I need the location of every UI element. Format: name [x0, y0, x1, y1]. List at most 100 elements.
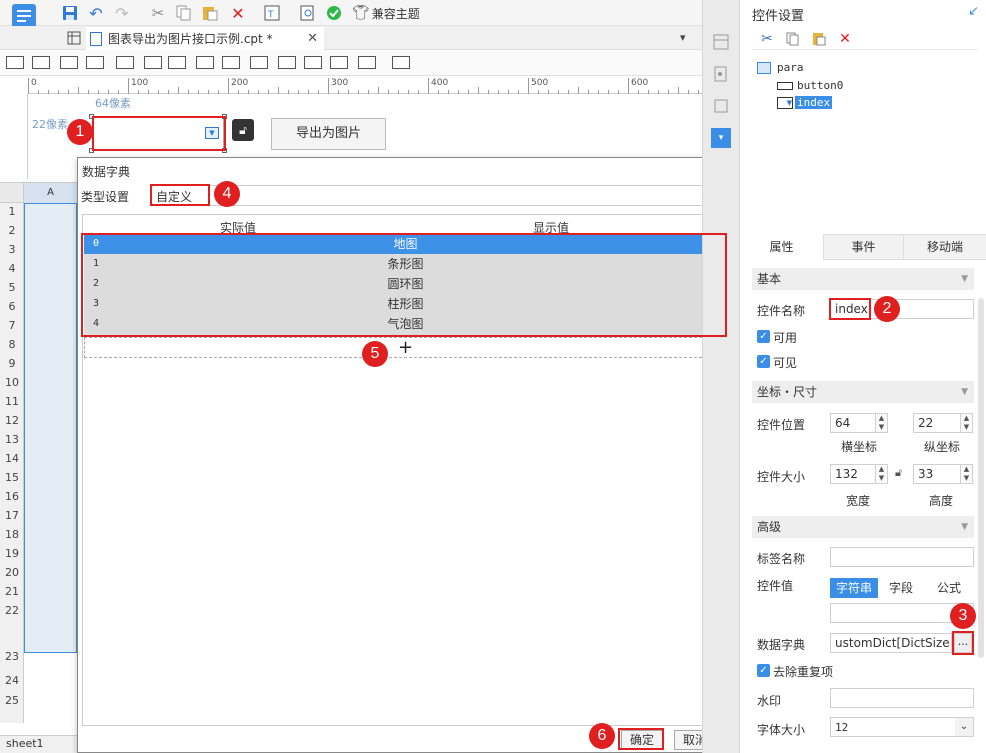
row-number[interactable]: 22	[0, 604, 24, 617]
row-number[interactable]: 2	[0, 224, 24, 237]
width-stepper[interactable]: ▲ ▼	[876, 464, 888, 484]
row-number[interactable]: 21	[0, 585, 24, 598]
row-number[interactable]: 23	[0, 650, 24, 663]
frame-icon[interactable]	[711, 96, 731, 116]
height-stepper[interactable]: ▲ ▼	[961, 464, 973, 484]
combo-widget-icon[interactable]: ▾	[711, 128, 731, 148]
row-number[interactable]: 17	[0, 509, 24, 522]
watermark-input[interactable]	[830, 688, 974, 708]
tree-item-button0[interactable]: button0	[777, 79, 843, 92]
row-number[interactable]: 15	[0, 471, 24, 484]
pos-y-stepper[interactable]: ▲ ▼	[961, 413, 973, 433]
tab-events[interactable]: 事件	[824, 234, 904, 260]
cut-icon[interactable]: ✂	[148, 3, 168, 23]
font-size-select[interactable]: 12 ⌄	[830, 717, 974, 737]
row-number[interactable]: 5	[0, 281, 24, 294]
export-image-button[interactable]: 导出为图片	[271, 118, 386, 150]
ratio-lock-icon[interactable]: 🔓︎	[895, 466, 902, 480]
paste-icon[interactable]	[200, 3, 220, 23]
width-input[interactable]: 132	[830, 464, 876, 484]
height-input[interactable]: 33	[913, 464, 961, 484]
tag-input[interactable]	[830, 547, 974, 567]
tree-item-index[interactable]: ▼ index	[777, 96, 833, 109]
add-row-button[interactable]: +	[84, 337, 727, 358]
password-widget-icon[interactable]	[304, 56, 322, 69]
number-widget-icon[interactable]	[168, 56, 186, 69]
theme-button[interactable]: 👕︎ 兼容主题	[352, 3, 420, 23]
row-number[interactable]: 1	[0, 205, 24, 218]
radio-widget-icon[interactable]	[222, 56, 240, 69]
save-icon[interactable]	[60, 3, 80, 23]
text-frame-icon[interactable]: T	[262, 3, 282, 23]
section-basic[interactable]: 基本 ▼	[752, 268, 974, 290]
preview-search-icon[interactable]	[298, 3, 318, 23]
redo-icon[interactable]: ↷	[112, 3, 132, 23]
cut-icon[interactable]: ✂	[758, 30, 776, 48]
row-number[interactable]: 8	[0, 338, 24, 351]
row-number[interactable]: 10	[0, 376, 24, 389]
layout-icon[interactable]	[711, 32, 731, 52]
copy-icon[interactable]	[174, 3, 194, 23]
value-type-string[interactable]: 字符串	[830, 578, 878, 598]
value-type-field[interactable]: 字段	[878, 578, 924, 598]
more-widgets-icon[interactable]	[392, 56, 410, 69]
text-label-icon[interactable]	[32, 56, 50, 69]
delete-icon[interactable]: ✕	[228, 3, 248, 23]
undo-icon[interactable]: ↶	[86, 3, 106, 23]
enabled-checkbox[interactable]: ✓	[757, 330, 770, 343]
paste-icon[interactable]	[810, 30, 828, 48]
tab-properties[interactable]: 属性	[740, 234, 824, 260]
date-widget-icon[interactable]	[116, 56, 134, 69]
delete-icon[interactable]: ✕	[836, 30, 854, 48]
copy-icon[interactable]	[784, 30, 802, 48]
row-number[interactable]: 12	[0, 414, 24, 427]
pos-x-input[interactable]: 64	[830, 413, 876, 433]
row-number[interactable]: 13	[0, 433, 24, 446]
textarea-widget-icon[interactable]	[196, 56, 214, 69]
row-number[interactable]: 7	[0, 319, 24, 332]
row-number[interactable]: 3	[0, 243, 24, 256]
value-type-formula[interactable]: 公式	[924, 578, 974, 598]
row-number[interactable]: 19	[0, 547, 24, 560]
dict-field[interactable]: ustomDict[DictSize:5]	[830, 633, 952, 653]
check-circle-icon[interactable]	[324, 3, 344, 23]
row-number[interactable]: 25	[0, 694, 24, 707]
sheet-tab[interactable]: sheet1	[6, 737, 44, 750]
tab-mobile[interactable]: 移动端	[904, 234, 986, 260]
row-number[interactable]: 4	[0, 262, 24, 275]
dedupe-checkbox[interactable]: ✓	[757, 664, 770, 677]
checkbox-widget-icon[interactable]	[250, 56, 268, 69]
tab-menu-icon[interactable]: ▾	[680, 31, 686, 44]
row-number[interactable]: 24	[0, 674, 24, 687]
section-coord[interactable]: 坐标・尺寸 ▼	[752, 381, 974, 403]
visible-checkbox[interactable]: ✓	[757, 355, 770, 368]
combo-widget-icon[interactable]	[86, 56, 104, 69]
grid-widget-icon[interactable]	[144, 56, 162, 69]
row-number[interactable]: 9	[0, 357, 24, 370]
row-number[interactable]: 14	[0, 452, 24, 465]
pos-y-input[interactable]: 22	[913, 413, 961, 433]
row-number[interactable]: 20	[0, 566, 24, 579]
checkbox-group-icon[interactable]	[330, 56, 348, 69]
text-widget-icon[interactable]	[278, 56, 296, 69]
grid-icon[interactable]	[64, 28, 84, 48]
row-number[interactable]: 16	[0, 490, 24, 503]
tree-widget-icon[interactable]	[358, 56, 376, 69]
row-number[interactable]: 18	[0, 528, 24, 541]
close-tab-icon[interactable]: ✕	[307, 31, 318, 46]
label-widget-icon[interactable]	[6, 56, 24, 69]
button-widget-icon[interactable]	[60, 56, 78, 69]
widget-lib-icon[interactable]	[711, 64, 731, 84]
row-number[interactable]: 11	[0, 395, 24, 408]
collapse-arrow-icon[interactable]: ↙	[968, 4, 979, 19]
ruler-500: 500	[531, 78, 549, 88]
tab-report[interactable]: 图表导出为图片接口示例.cpt * ✕	[86, 27, 324, 50]
section-advanced[interactable]: 高级 ▼	[752, 516, 974, 538]
col-header-a[interactable]: A	[24, 183, 77, 203]
pos-x-stepper[interactable]: ▲ ▼	[876, 413, 888, 433]
unlock-icon[interactable]: 🔓︎	[232, 119, 254, 141]
tree-root[interactable]: para	[757, 61, 804, 74]
row-number[interactable]: 6	[0, 300, 24, 313]
panel-scrollbar[interactable]	[978, 298, 984, 658]
badge-5: 5	[362, 341, 388, 367]
